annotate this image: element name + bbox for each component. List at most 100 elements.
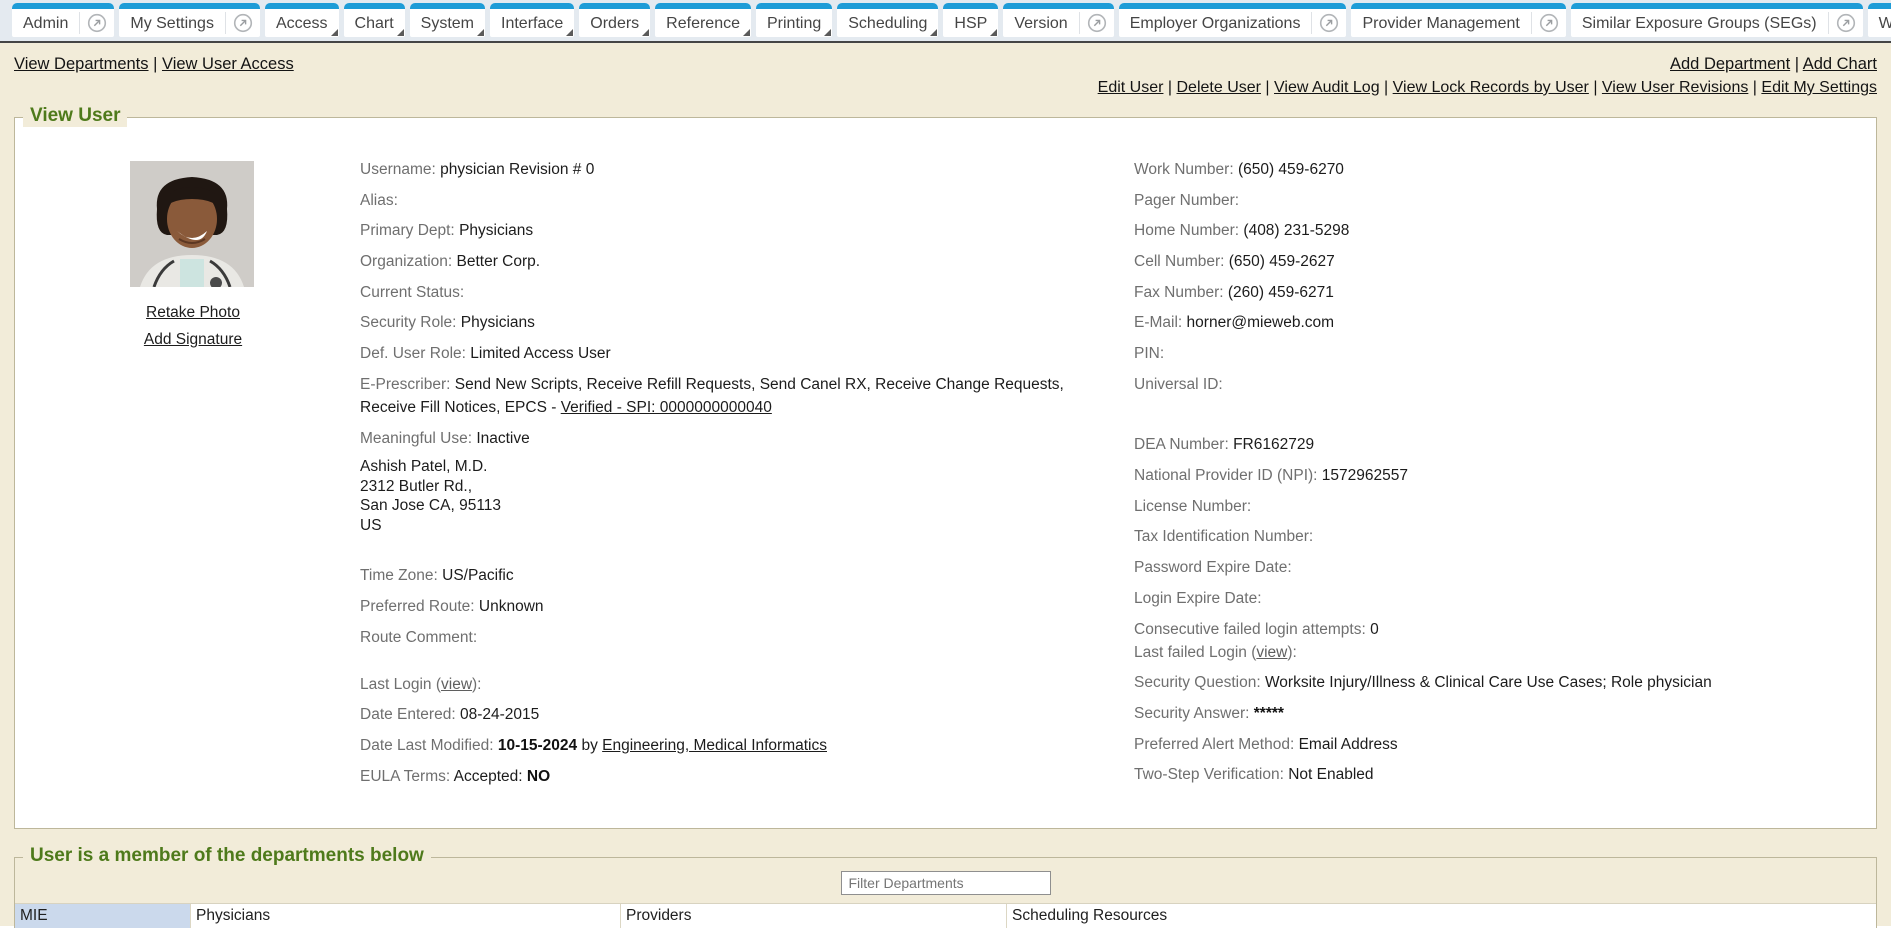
external-link-icon[interactable] <box>1079 12 1114 34</box>
tab-label: Admin <box>12 10 79 37</box>
field-label: Time Zone: <box>360 567 442 584</box>
field-label: Security Role: <box>360 314 461 331</box>
dropdown-arrow-icon <box>566 29 573 36</box>
departments-fieldset: User is a member of the departments belo… <box>14 857 1877 928</box>
right-action-links-row2: Edit User | Delete User | View Audit Log… <box>14 79 1877 101</box>
date-entered-row: Date Entered: 08-24-2015 <box>360 703 1130 726</box>
field-label: Consecutive failed login attempts: <box>1134 621 1370 638</box>
view-user-revisions-link[interactable]: View User Revisions <box>1602 79 1748 96</box>
field-value: Receive Fill Notices, EPCS - <box>360 399 561 416</box>
field-label: EULA Terms: <box>360 768 454 785</box>
tab-label: System <box>410 10 485 37</box>
filter-departments-input[interactable] <box>841 871 1051 895</box>
external-link-icon[interactable] <box>1828 12 1863 34</box>
dropdown-arrow-icon <box>397 29 404 36</box>
user-details-right-column: Work Number: (650) 459-6270 Pager Number:… <box>1134 158 1891 794</box>
separator: | <box>1380 79 1393 96</box>
field-label: Security Question: <box>1134 674 1265 691</box>
last-login-row: Last Login (view): <box>360 673 1130 696</box>
separator: | <box>1589 79 1602 96</box>
field-label: National Provider ID (NPI): <box>1134 467 1322 484</box>
view-departments-link[interactable]: View Departments <box>14 55 149 73</box>
tab-admin[interactable]: Admin <box>12 3 114 37</box>
cell-number-row: Cell Number: (650) 459-2627 <box>1134 250 1891 273</box>
time-zone-row: Time Zone: US/Pacific <box>360 564 1130 587</box>
field-label: Tax Identification Number: <box>1134 528 1313 545</box>
pin-row: PIN: <box>1134 342 1891 365</box>
add-department-link[interactable]: Add Department <box>1670 55 1790 73</box>
field-label: Pager Number: <box>1134 192 1239 209</box>
work-number-row: Work Number: (650) 459-6270 <box>1134 158 1891 181</box>
tab-my-settings[interactable]: My Settings <box>119 3 260 37</box>
tab-orders[interactable]: Orders <box>579 3 650 37</box>
universal-id-row: Universal ID: <box>1134 373 1891 396</box>
field-label: Fax Number: <box>1134 284 1228 301</box>
password-expire-row: Password Expire Date: <box>1134 556 1891 579</box>
fax-number-row: Fax Number: (260) 459-6271 <box>1134 281 1891 304</box>
tab-scheduling[interactable]: Scheduling <box>837 3 938 37</box>
field-value: (650) 459-2627 <box>1229 253 1335 270</box>
tab-hsp[interactable]: HSP <box>943 3 998 37</box>
field-label: Date Entered: <box>360 706 460 723</box>
tax-id-row: Tax Identification Number: <box>1134 525 1891 548</box>
tab-reference[interactable]: Reference <box>655 3 751 37</box>
username-row: Username: physician Revision # 0 <box>360 158 1130 181</box>
delete-user-link[interactable]: Delete User <box>1177 79 1261 96</box>
tab-printing[interactable]: Printing <box>756 3 832 37</box>
modified-by-link[interactable]: Engineering, Medical Informatics <box>602 737 827 754</box>
external-link-icon[interactable] <box>1311 12 1346 34</box>
tab-label: Provider Management <box>1351 10 1530 37</box>
last-login-view-link[interactable]: view <box>441 676 472 693</box>
dropdown-arrow-icon <box>477 29 484 36</box>
tab-version[interactable]: Version <box>1003 3 1113 37</box>
admin-page: View Departments | View User Access Add … <box>0 41 1891 926</box>
field-value: Send New Scripts, Receive Refill Request… <box>455 376 1064 393</box>
view-user-access-link[interactable]: View User Access <box>162 55 294 73</box>
tab-label: Scheduling <box>837 10 938 37</box>
field-value: Unknown <box>479 598 544 615</box>
dropdown-arrow-icon <box>642 29 649 36</box>
external-link-icon[interactable] <box>79 12 114 34</box>
department-cell-scheduling-resources[interactable]: Scheduling Resources <box>1007 904 1876 928</box>
field-value: 08-24-2015 <box>460 706 539 723</box>
field-label: Login Expire Date: <box>1134 590 1262 607</box>
dropdown-arrow-icon <box>743 29 750 36</box>
edit-user-link[interactable]: Edit User <box>1098 79 1164 96</box>
view-lock-records-by-user-link[interactable]: View Lock Records by User <box>1393 79 1589 96</box>
retake-photo-link[interactable]: Retake Photo <box>103 299 283 326</box>
last-failed-view-link[interactable]: view <box>1256 644 1287 661</box>
field-value: (408) 231-5298 <box>1243 222 1349 239</box>
external-link-icon[interactable] <box>225 12 260 34</box>
tab-access[interactable]: Access <box>265 3 339 37</box>
tab-similar-exposure-groups-segs[interactable]: Similar Exposure Groups (SEGs) <box>1571 3 1863 37</box>
field-value: San Jose CA, 95113 <box>360 497 501 514</box>
view-audit-log-link[interactable]: View Audit Log <box>1274 79 1380 96</box>
tab-label: Orders <box>579 10 650 37</box>
field-value: FR6162729 <box>1233 436 1314 453</box>
primary-dept-row: Primary Dept: Physicians <box>360 219 1130 242</box>
field-value: Email Address <box>1299 736 1398 753</box>
field-label: Username: <box>360 161 440 178</box>
date-last-modified-row: Date Last Modified: 10-15-2024 by Engine… <box>360 734 1130 757</box>
department-cell-mie[interactable]: MIE <box>15 904 191 928</box>
tab-interface[interactable]: Interface <box>490 3 574 37</box>
tab-system[interactable]: System <box>410 3 485 37</box>
department-cell-providers[interactable]: Providers <box>621 904 1007 928</box>
separator: | <box>1748 79 1761 96</box>
edit-my-settings-link[interactable]: Edit My Settings <box>1761 79 1877 96</box>
external-link-icon[interactable] <box>1531 12 1566 34</box>
field-value: ***** <box>1254 705 1284 722</box>
field-value: physician Revision # 0 <box>440 161 594 178</box>
add-chart-link[interactable]: Add Chart <box>1803 55 1877 73</box>
tab-work-locations[interactable]: Work Locations <box>1868 3 1891 37</box>
login-expire-row: Login Expire Date: <box>1134 587 1891 610</box>
field-label: ): <box>1287 644 1296 661</box>
department-cell-physicians[interactable]: Physicians <box>191 904 621 928</box>
tab-provider-management[interactable]: Provider Management <box>1351 3 1565 37</box>
tab-employer-organizations[interactable]: Employer Organizations <box>1119 3 1347 37</box>
add-signature-link[interactable]: Add Signature <box>103 326 283 353</box>
tab-chart[interactable]: Chart <box>344 3 405 37</box>
field-label: Current Status: <box>360 284 464 301</box>
spi-verified-link[interactable]: Verified - SPI: 0000000000040 <box>561 399 772 416</box>
dea-number-row: DEA Number: FR6162729 <box>1134 433 1891 456</box>
